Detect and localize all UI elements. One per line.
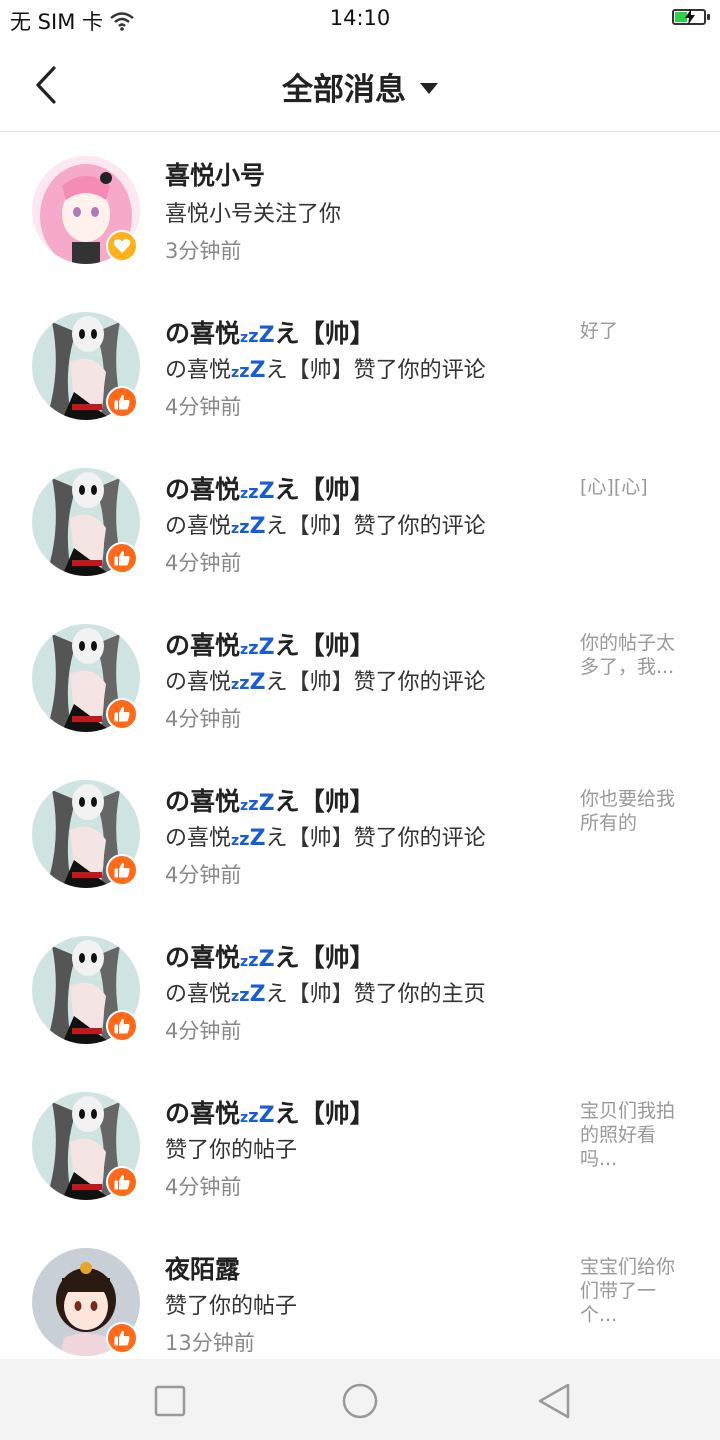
- zzz-icon: zzZ: [240, 791, 275, 816]
- zzz-icon: zzZ: [240, 635, 275, 660]
- battery-icon: [672, 9, 710, 25]
- like-badge: [106, 1322, 138, 1354]
- like-badge: [106, 1166, 138, 1198]
- zzz-icon: zzZ: [240, 947, 275, 972]
- message-item[interactable]: 喜悦小号 喜悦小号关注了你 3分钟前: [0, 132, 720, 288]
- message-list: 喜悦小号 喜悦小号关注了你 3分钟前 の喜悦zzZえ【帅】 の喜悦zzZえ【帅】…: [0, 132, 720, 1359]
- thumbs-up-icon: [114, 1330, 130, 1346]
- back-nav-icon[interactable]: [534, 1381, 574, 1421]
- message-time: 3分钟前: [165, 239, 242, 263]
- message-preview[interactable]: 宝贝们我拍的照好看吗...: [580, 1099, 692, 1171]
- message-description: の喜悦zzZえ【帅】赞了你的评论: [165, 670, 486, 695]
- message-description: の喜悦zzZえ【帅】赞了你的评论: [165, 358, 486, 383]
- status-bar: 无 SIM 卡 14:10: [0, 0, 720, 40]
- message-item[interactable]: の喜悦zzZえ【帅】 赞了你的帖子 4分钟前 宝贝们我拍的照好看吗...: [0, 1068, 720, 1224]
- like-badge: [106, 854, 138, 886]
- message-item[interactable]: の喜悦zzZえ【帅】 の喜悦zzZえ【帅】赞了你的评论 4分钟前 你也要给我所有…: [0, 756, 720, 912]
- zzz-icon: zzZ: [240, 1103, 275, 1128]
- sender-name[interactable]: 喜悦小号: [165, 156, 265, 192]
- message-description: の喜悦zzZえ【帅】赞了你的评论: [165, 514, 486, 539]
- message-preview[interactable]: 好了: [580, 319, 692, 343]
- zzz-icon: zzZ: [231, 358, 266, 383]
- zzz-icon: zzZ: [231, 826, 266, 851]
- message-item[interactable]: の喜悦zzZえ【帅】 の喜悦zzZえ【帅】赞了你的评论 4分钟前 好了: [0, 288, 720, 444]
- message-preview[interactable]: [心][心]: [580, 475, 692, 499]
- thumbs-up-icon: [114, 862, 130, 878]
- message-time: 4分钟前: [165, 551, 242, 575]
- message-time: 13分钟前: [165, 1331, 255, 1355]
- like-badge: [106, 542, 138, 574]
- message-item[interactable]: の喜悦zzZえ【帅】 の喜悦zzZえ【帅】赞了你的评论 4分钟前 [心][心]: [0, 444, 720, 600]
- zzz-icon: zzZ: [231, 670, 266, 695]
- message-preview[interactable]: 你也要给我所有的: [580, 787, 692, 835]
- message-time: 4分钟前: [165, 395, 242, 419]
- like-badge: [106, 386, 138, 418]
- thumbs-up-icon: [114, 394, 130, 410]
- sender-name[interactable]: の喜悦zzZえ【帅】: [165, 626, 375, 662]
- message-item[interactable]: の喜悦zzZえ【帅】 の喜悦zzZえ【帅】赞了你的评论 4分钟前 你的帖子太多了…: [0, 600, 720, 756]
- sender-name[interactable]: 夜陌露: [165, 1250, 240, 1286]
- zzz-icon: zzZ: [231, 514, 266, 539]
- message-description: の喜悦zzZえ【帅】赞了你的主页: [165, 982, 486, 1007]
- message-item[interactable]: の喜悦zzZえ【帅】 の喜悦zzZえ【帅】赞了你的主页 4分钟前: [0, 912, 720, 1068]
- zzz-icon: zzZ: [231, 982, 266, 1007]
- message-preview[interactable]: 你的帖子太多了，我...: [580, 631, 692, 679]
- message-time: 4分钟前: [165, 1019, 242, 1043]
- message-time: 4分钟前: [165, 707, 242, 731]
- sender-name[interactable]: の喜悦zzZえ【帅】: [165, 1094, 375, 1130]
- zzz-icon: zzZ: [240, 479, 275, 504]
- like-badge: [106, 1010, 138, 1042]
- message-preview[interactable]: 宝宝们给你们带了一个...: [580, 1255, 692, 1327]
- message-description: 赞了你的帖子: [165, 1294, 298, 1319]
- clock: 14:10: [329, 6, 391, 30]
- like-badge: [106, 698, 138, 730]
- message-time: 4分钟前: [165, 1175, 242, 1199]
- sender-name[interactable]: の喜悦zzZえ【帅】: [165, 314, 375, 350]
- chevron-down-icon: [420, 83, 438, 94]
- follow-badge: [106, 230, 138, 262]
- thumbs-up-icon: [114, 550, 130, 566]
- sender-name[interactable]: の喜悦zzZえ【帅】: [165, 782, 375, 818]
- heart-icon: [113, 239, 131, 253]
- home-icon[interactable]: [340, 1381, 380, 1421]
- zzz-icon: zzZ: [240, 323, 275, 348]
- message-description: の喜悦zzZえ【帅】赞了你的评论: [165, 826, 486, 851]
- sender-name[interactable]: の喜悦zzZえ【帅】: [165, 470, 375, 506]
- message-description: 喜悦小号关注了你: [165, 202, 342, 227]
- page-title: 全部消息: [282, 72, 406, 108]
- thumbs-up-icon: [114, 1018, 130, 1034]
- message-time: 4分钟前: [165, 863, 242, 887]
- message-filter-dropdown[interactable]: 全部消息: [0, 64, 720, 109]
- header: 全部消息: [0, 40, 720, 132]
- message-description: 赞了你的帖子: [165, 1138, 298, 1163]
- message-item[interactable]: 夜陌露 赞了你的帖子 13分钟前 宝宝们给你们带了一个...: [0, 1224, 720, 1359]
- thumbs-up-icon: [114, 706, 130, 722]
- recent-apps-icon[interactable]: [150, 1381, 190, 1421]
- thumbs-up-icon: [114, 1174, 130, 1190]
- navigation-bar: [0, 1359, 720, 1440]
- sender-name[interactable]: の喜悦zzZえ【帅】: [165, 938, 375, 974]
